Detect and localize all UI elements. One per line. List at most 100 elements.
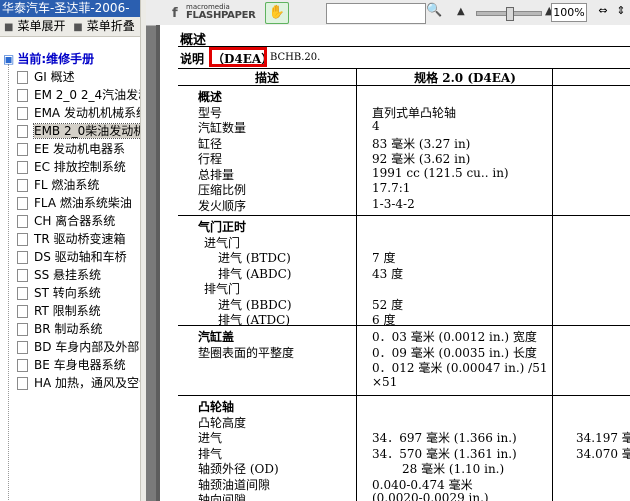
tree-item[interactable]: BR 制动系统	[0, 320, 140, 338]
row-value: 34．697 毫米 (1.366 in.)	[372, 431, 517, 445]
tree-item[interactable]: CH 离合器系统	[0, 212, 140, 230]
header-desc: 描述	[254, 71, 279, 85]
table-row: 概述	[178, 88, 630, 104]
row-value: 1991 cc (121.5 cu.. in)	[372, 165, 509, 180]
table-row: 垫圈表面的平整度 0．09 毫米 (0.0035 in.) 长度	[178, 344, 630, 360]
manual-tree: ▣当前:维修手册 GI 概述 EM 2_0 2_4汽油发动机 EMA 发动机机械系统…	[0, 50, 140, 392]
table-row: 轴颈油道间隙 0.040-0.474 毫米	[178, 476, 630, 492]
table-row: 0．012 毫米 (0.00047 in.) /51	[178, 359, 630, 375]
search-input[interactable]	[326, 3, 426, 24]
row-description: 行程	[198, 152, 223, 166]
spec-section: 气门正时 进气门 进气 (BTDC) 7 度排气 (ABDC) 43 度排气门 进气 (B…	[178, 215, 630, 327]
tree-item[interactable]: BD 车身内部及外部	[0, 338, 140, 356]
tree-item[interactable]: BE 车身电器系统	[0, 356, 140, 374]
document-icon	[17, 161, 28, 174]
tree-item[interactable]: HA 加热，通风及空调	[0, 374, 140, 392]
document-icon	[17, 179, 28, 192]
zoom-slider-thumb[interactable]	[506, 7, 514, 21]
table-row: 排气 (ABDC) 43 度	[178, 265, 630, 281]
expand-icon: ■	[4, 22, 14, 33]
tree-item[interactable]: EE 发动机电器系	[0, 140, 140, 158]
table-row: 排气 34．570 毫米 (1.361 in.) 34.070 毫米	[178, 445, 630, 461]
tree-item-label: EM 2_0 2_4汽油发动机	[34, 88, 140, 102]
table-row: 凸轮轴	[178, 398, 630, 414]
tree-item[interactable]: EC 排放控制系统	[0, 158, 140, 176]
row-value: 34．570 毫米 (1.361 in.)	[372, 446, 517, 461]
document-page: 概述 说明 （D4EA） BCHB.20. 描述 规格 2.0 (D4EA) 概…	[160, 25, 630, 501]
row-description: 轴颈油道间隙	[198, 477, 271, 492]
spec-section: 凸轮轴凸轮高度进气 34．697 毫米 (1.366 in.) 34.197 毫米排…	[178, 395, 630, 501]
left-pane: 华泰汽车-圣达菲-2006- ■ 菜单展开 ■ 菜单折叠 ▣ 当前:维修手册 GI 概…	[0, 0, 140, 501]
hand-tool-button[interactable]: ✋	[265, 2, 289, 24]
row-value: 17.7:1	[372, 181, 411, 195]
table-header: 描述 规格 2.0 (D4EA)	[178, 69, 630, 85]
table-row: 缸径 83 毫米 (3.27 in)	[178, 135, 630, 151]
tree-item[interactable]: GI 概述	[0, 68, 140, 86]
tree-item[interactable]: EM 2_0 2_4汽油发动机	[0, 86, 140, 104]
window-title: 华泰汽车-圣达菲-2006-	[0, 0, 140, 17]
row-description: 总排量	[198, 167, 235, 182]
tree-item[interactable]: FL 燃油系统	[0, 176, 140, 194]
row-description: 进气门	[204, 235, 241, 250]
logo-flashpaper: FLASHPAPER	[186, 10, 256, 21]
collapse-menu-button[interactable]: ■ 菜单折叠	[71, 17, 134, 36]
tree-item-label: GI 概述	[34, 70, 75, 84]
table-row: 行程 92 毫米 (3.62 in)	[178, 150, 630, 166]
tree-item[interactable]: ST 转向系统	[0, 284, 140, 302]
tree-items: GI 概述 EM 2_0 2_4汽油发动机 EMA 发动机机械系统 EMB 2_0柴油…	[0, 68, 140, 392]
row-value: 83 毫米 (3.27 in)	[372, 136, 471, 151]
table-row: 型号 直列式单凸轮轴	[178, 104, 630, 120]
row-description: 凸轮轴	[198, 400, 235, 414]
zoom-slider[interactable]	[476, 7, 542, 21]
document-icon	[17, 71, 28, 84]
viewer-toolbar: f macromedia FLASHPAPER ✋ 🔍 ▲ ▲ 100% ⇔ ⇕	[146, 0, 630, 26]
table-row: 进气 34．697 毫米 (1.366 in.) 34.197 毫米	[178, 429, 630, 445]
table-row: 发火顺序 1-3-4-2	[178, 197, 630, 213]
row-description: 压缩比例	[198, 183, 247, 197]
row-description: 型号	[198, 105, 223, 120]
fit-width-icon[interactable]: ⇔	[596, 4, 610, 20]
row-description: 缸径	[198, 136, 223, 151]
tree-item[interactable]: EMA 发动机机械系统	[0, 104, 140, 122]
document-icon	[17, 269, 28, 282]
document-icon	[17, 197, 28, 210]
tree-item[interactable]: EMB 2_0柴油发动机	[0, 122, 140, 140]
document-icon	[17, 251, 28, 264]
zoom-out-icon[interactable]: ▲	[457, 6, 465, 17]
magnifier-icon: 🔍	[426, 3, 443, 18]
tree-item[interactable]: SS 悬挂系统	[0, 266, 140, 284]
tree-item[interactable]: RT 限制系统	[0, 302, 140, 320]
tree-item-label: DS 驱动轴和车桥	[34, 250, 127, 264]
flashpaper-viewer: f macromedia FLASHPAPER ✋ 🔍 ▲ ▲ 100% ⇔ ⇕…	[146, 0, 630, 501]
tree-root[interactable]: ▣ 当前:维修手册	[0, 50, 140, 68]
row-description: 排气	[198, 446, 223, 461]
row-value: 7 度	[372, 251, 396, 265]
tree-item[interactable]: TR 驱动桥变速箱	[0, 230, 140, 248]
table-row: 汽缸盖 0．03 毫米 (0.0012 in.) 宽度	[178, 328, 630, 344]
document-icon	[17, 341, 28, 354]
document-icon	[17, 233, 28, 246]
zoom-field[interactable]: 100%	[551, 3, 587, 22]
search-button[interactable]: 🔍	[426, 3, 442, 21]
fit-page-icon[interactable]: ⇕	[614, 4, 628, 20]
table-row: 轴向间隙 (0.0020-0.0029 in.)	[178, 491, 630, 501]
row-description: 凸轮高度	[198, 415, 247, 430]
row-description: 排气门	[204, 282, 241, 296]
row-description: 进气 (BBDC)	[218, 297, 292, 312]
tree-item[interactable]: DS 驱动轴和车桥	[0, 248, 140, 266]
tree-item-label: HA 加热，通风及空调	[34, 376, 140, 390]
collapse-icon: ■	[73, 22, 83, 33]
document-icon	[17, 125, 28, 138]
expand-menu-button[interactable]: ■ 菜单展开	[2, 17, 65, 36]
row-extra-value: 34.070 毫米	[576, 446, 630, 461]
document-icon	[17, 287, 28, 300]
table-row: ×51	[178, 375, 630, 390]
tree-item-label: CH 离合器系统	[34, 214, 116, 228]
tree-item-label: EMB 2_0柴油发动机	[32, 123, 140, 139]
row-value: (0.0020-0.0029 in.)	[372, 491, 489, 501]
row-value: 28 毫米 (1.10 in.)	[402, 462, 505, 476]
tree-item[interactable]: FLA 燃油系统柴油	[0, 194, 140, 212]
table-row: 排气门	[178, 280, 630, 296]
tree-item-label: TR 驱动桥变速箱	[34, 232, 126, 246]
tree-item-label: FLA 燃油系统柴油	[34, 196, 132, 210]
